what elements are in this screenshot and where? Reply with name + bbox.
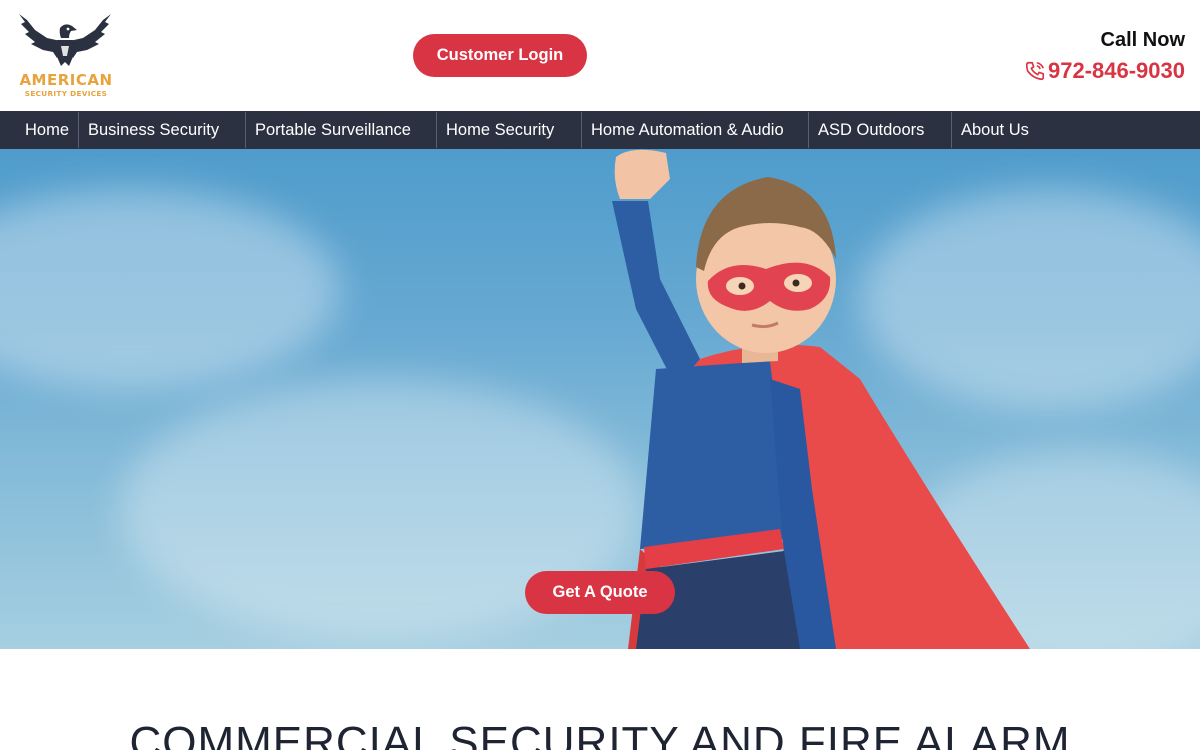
nav-item-asd-outdoors[interactable]: ASD Outdoors (818, 111, 924, 149)
eagle-icon (19, 14, 111, 66)
nav-item-about-us[interactable]: About Us (961, 111, 1029, 149)
logo-wordmark: AMERICAN (19, 71, 113, 89)
nav-divider (436, 112, 437, 148)
call-now-label: Call Now (1100, 29, 1185, 51)
site-header: AMERICAN SECURITY DEVICES Customer Login… (0, 0, 1200, 111)
phone-icon (1024, 60, 1046, 82)
nav-item-home-automation[interactable]: Home Automation & Audio (591, 111, 784, 149)
nav-item-business-security[interactable]: Business Security (88, 111, 219, 149)
logo-tagline: SECURITY DEVICES (24, 89, 108, 98)
nav-divider (951, 112, 952, 148)
site-logo[interactable]: AMERICAN SECURITY DEVICES (15, 12, 115, 102)
nav-item-home-security[interactable]: Home Security (446, 111, 554, 149)
nav-divider (808, 112, 809, 148)
customer-login-button[interactable]: Customer Login (413, 34, 587, 77)
nav-divider (78, 112, 79, 148)
nav-item-home[interactable]: Home (25, 111, 69, 149)
get-quote-button[interactable]: Get A Quote (525, 571, 675, 614)
nav-divider (245, 112, 246, 148)
phone-link[interactable]: 972-846-9030 (1024, 58, 1185, 84)
phone-number: 972-846-9030 (1047, 58, 1185, 83)
section-heading: COMMERCIAL SECURITY AND FIRE ALARM (129, 718, 1071, 750)
nav-divider (581, 112, 582, 148)
main-nav: Home Business Security Portable Surveill… (0, 111, 1200, 149)
nav-item-portable-surveillance[interactable]: Portable Surveillance (255, 111, 411, 149)
